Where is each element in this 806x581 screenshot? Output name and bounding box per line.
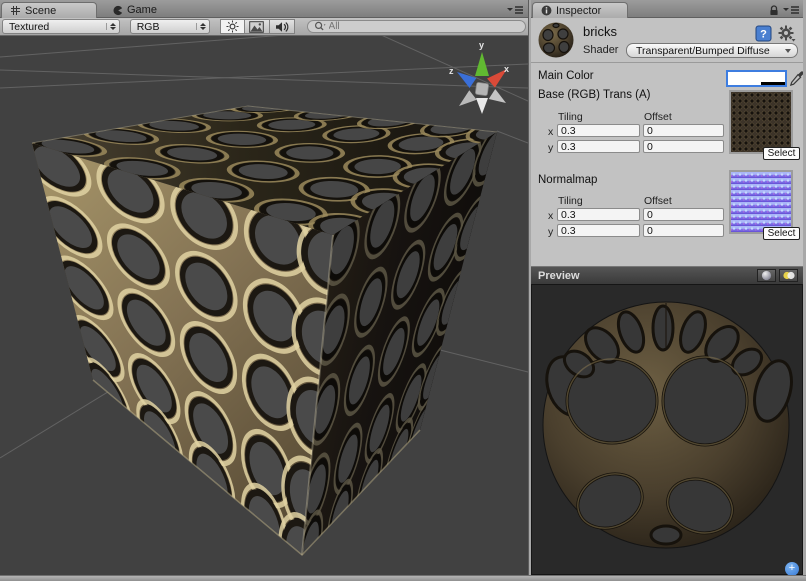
scene-lighting-toggle[interactable] xyxy=(220,19,245,34)
inspector-lock[interactable] xyxy=(767,2,781,18)
preview-title: Preview xyxy=(538,270,580,282)
normal-row-y-label: y xyxy=(548,226,553,238)
draw-mode-value: Textured xyxy=(9,21,49,33)
normal-offset-x-input[interactable] xyxy=(643,208,724,221)
speaker-icon xyxy=(275,21,289,33)
preview-sphere xyxy=(532,285,802,574)
updown-arrows-icon xyxy=(196,23,206,30)
normal-texture-thumbnail[interactable] xyxy=(729,170,793,234)
sphere-icon xyxy=(761,270,772,281)
shader-value: Transparent/Bumped Diffuse xyxy=(636,45,770,57)
gear-icon[interactable] xyxy=(778,25,796,42)
gizmo-axis-label[interactable]: x xyxy=(504,64,509,74)
preview-add-button[interactable]: + xyxy=(785,562,799,576)
scene-panel-menu[interactable] xyxy=(498,2,532,18)
base-row-y-label: y xyxy=(548,142,553,154)
scene-effects-toggle[interactable] xyxy=(245,19,270,34)
panel-menu-icon xyxy=(782,5,800,15)
gizmo-axis-label[interactable]: z xyxy=(449,66,454,76)
inspector-tabbar: Inspector xyxy=(531,0,803,18)
scene-audio-toggle[interactable] xyxy=(270,19,295,34)
game-icon xyxy=(112,5,123,16)
base-offset-x-input[interactable] xyxy=(643,124,724,137)
normal-select-button[interactable]: Select xyxy=(763,227,800,240)
panel-menu-icon xyxy=(506,5,524,15)
normal-map-label: Normalmap xyxy=(538,174,597,186)
updown-arrows-icon xyxy=(106,23,116,30)
normal-tiling-y-input[interactable] xyxy=(557,224,640,237)
base-texture-thumbnail[interactable] xyxy=(729,90,793,154)
tab-scene[interactable]: Scene xyxy=(1,2,97,18)
scene-toolbar: Textured RGB xyxy=(0,18,528,36)
scene-viewport[interactable]: y x z xyxy=(0,36,528,575)
material-ball-icon xyxy=(537,21,575,59)
alpha-bar xyxy=(728,82,785,85)
base-tiling-x-input[interactable] xyxy=(557,124,640,137)
scene-search-box[interactable] xyxy=(307,20,526,33)
tab-inspector-label: Inspector xyxy=(556,5,601,17)
scene-tabbar: Scene Game xyxy=(0,0,528,18)
inspector-panel-menu[interactable] xyxy=(780,2,802,18)
image-icon xyxy=(249,21,264,33)
render-channels-dropdown[interactable]: RGB xyxy=(130,19,210,34)
scene-search-input[interactable] xyxy=(329,21,499,32)
normal-row-x-label: x xyxy=(548,210,553,222)
base-select-button[interactable]: Select xyxy=(763,147,800,160)
preview-lighting-button[interactable] xyxy=(779,269,798,282)
eyedropper-icon[interactable] xyxy=(789,70,804,87)
base-tiling-header: Tiling xyxy=(558,111,583,123)
tab-inspector[interactable]: Inspector xyxy=(532,2,628,18)
tab-game-label: Game xyxy=(127,4,157,16)
svg-text:?: ? xyxy=(760,29,767,41)
normal-offset-header: Offset xyxy=(644,195,672,207)
normal-offset-y-input[interactable] xyxy=(643,224,724,237)
shader-label: Shader xyxy=(583,44,618,56)
tab-scene-label: Scene xyxy=(25,5,56,17)
preview-shaded-button[interactable] xyxy=(757,269,776,282)
shader-dropdown[interactable]: Transparent/Bumped Diffuse xyxy=(626,43,798,58)
base-map-label: Base (RGB) Trans (A) xyxy=(538,89,650,101)
help-icon[interactable]: ? xyxy=(755,25,772,42)
sun-icon xyxy=(226,20,239,33)
base-offset-y-input[interactable] xyxy=(643,140,724,153)
main-color-swatch[interactable] xyxy=(726,70,787,87)
preview-header: Preview xyxy=(531,266,803,284)
material-preview-area[interactable]: + xyxy=(531,284,803,575)
material-name: bricks xyxy=(583,24,617,39)
base-offset-header: Offset xyxy=(644,111,672,123)
base-row-x-label: x xyxy=(548,126,553,138)
status-bar xyxy=(0,575,806,581)
scene-panel: Scene Game Textured RGB xyxy=(0,0,528,575)
base-tiling-y-input[interactable] xyxy=(557,140,640,153)
material-header: bricks Shader Transparent/Bumped Diffuse… xyxy=(531,18,803,63)
normal-tiling-x-input[interactable] xyxy=(557,208,640,221)
two-circles-icon xyxy=(782,270,796,281)
search-icon xyxy=(314,21,327,32)
render-channels-value: RGB xyxy=(137,21,160,33)
normal-tiling-header: Tiling xyxy=(558,195,583,207)
gizmo-axis-label[interactable]: y xyxy=(479,40,484,50)
info-icon xyxy=(541,5,552,16)
inspector-panel: Inspector xyxy=(531,0,803,575)
lock-icon xyxy=(769,5,779,16)
chevron-down-icon xyxy=(785,49,791,53)
grid-icon xyxy=(10,5,21,16)
main-color-label: Main Color xyxy=(538,70,594,82)
tab-game[interactable]: Game xyxy=(104,2,165,18)
draw-mode-dropdown[interactable]: Textured xyxy=(2,19,120,34)
